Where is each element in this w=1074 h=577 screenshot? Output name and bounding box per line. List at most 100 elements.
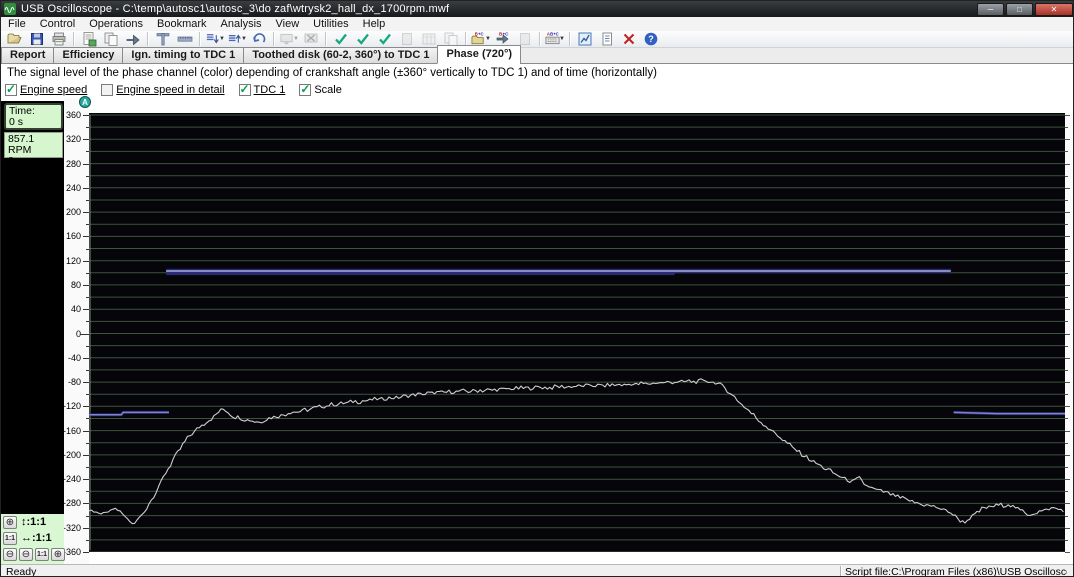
toolbar-button-close-window xyxy=(300,30,322,48)
save-icon xyxy=(31,33,43,45)
reset-horizontal-button[interactable]: 1:1 xyxy=(35,547,49,561)
svg-text:?: ? xyxy=(648,34,654,44)
dropdown-arrow-icon[interactable]: ▼ xyxy=(241,36,247,42)
toolbar-button-display-windows: ▼ xyxy=(278,30,300,48)
toolbar-button-undo[interactable] xyxy=(248,30,270,48)
tab-ign-timing-to-tdc-1[interactable]: Ign. timing to TDC 1 xyxy=(122,47,245,64)
right-axis-strip xyxy=(1065,113,1073,553)
menu-item-help[interactable]: Help xyxy=(356,17,393,31)
checkbox-label[interactable]: Engine speed xyxy=(20,84,87,96)
copy-pages-icon xyxy=(104,32,118,46)
checked-checkbox-icon[interactable] xyxy=(238,82,251,96)
y-axis-label: 160 xyxy=(65,231,81,242)
description-row: The signal level of the phase channel (c… xyxy=(1,64,1073,82)
toolbar-button-report-view[interactable] xyxy=(596,30,618,48)
title-bar[interactable]: USB Oscilloscope - C:\temp\autosc1\autos… xyxy=(1,1,1073,17)
checkbox-scale[interactable]: Scale xyxy=(299,82,342,96)
right-axis-tick xyxy=(1065,115,1070,116)
svg-text:+C: +C xyxy=(503,32,510,37)
y-axis: 360 320 280 240 200 160 120 80 40 0 -40 -80 -120 -160… xyxy=(63,98,89,564)
menu-item-analysis[interactable]: Analysis xyxy=(214,17,269,31)
close-button[interactable]: ✕ xyxy=(1035,2,1073,16)
zoom-panel-row: ⊕ ↕:1:1 xyxy=(1,514,64,530)
tab-toothed-disk-60-2-360-to-tdc-1[interactable]: Toothed disk (60-2, 360°) to TDC 1 xyxy=(243,47,439,64)
menu-item-view[interactable]: View xyxy=(269,17,307,31)
toolbar-button-save-list[interactable]: ▼ xyxy=(226,30,248,48)
right-axis-tick xyxy=(1065,248,1068,250)
toolbar-button-measure-tsquare[interactable] xyxy=(152,30,174,48)
zoom-out-horizontal-button[interactable]: ⊖ xyxy=(19,547,33,561)
minimize-button[interactable]: ─ xyxy=(977,2,1004,16)
toolbar-button-panel-toggle xyxy=(396,30,418,48)
right-axis-tick xyxy=(1065,284,1070,286)
right-axis-tick xyxy=(1065,454,1070,456)
waveform-plot[interactable] xyxy=(88,113,1065,553)
toolbar-button-send[interactable] xyxy=(122,30,144,48)
resize-grip[interactable] xyxy=(1067,566,1073,576)
rpm-sub-value: 0 xyxy=(8,155,14,167)
toolbar-separator xyxy=(147,32,149,46)
right-axis-tick xyxy=(1065,442,1068,444)
toolbar-button-open[interactable] xyxy=(4,30,26,48)
zoom-in-horizontal-button[interactable]: ⊕ xyxy=(51,547,65,561)
toolbar-button-measure-ruler[interactable] xyxy=(174,30,196,48)
app-icon xyxy=(4,3,16,15)
checked-checkbox-icon[interactable] xyxy=(299,82,312,96)
dropdown-arrow-icon[interactable]: ▼ xyxy=(485,36,491,42)
check-icon xyxy=(357,33,369,45)
dropdown-arrow-icon[interactable]: ▼ xyxy=(293,36,299,42)
toolbar-button-verify-2[interactable] xyxy=(352,30,374,48)
toolbar-button-delete[interactable] xyxy=(618,30,640,48)
right-axis-tick xyxy=(1065,394,1068,396)
toolbar-button-copy-pages[interactable] xyxy=(100,30,122,48)
toolbar-button-load-list[interactable]: ▼ xyxy=(204,30,226,48)
maximize-button[interactable]: □ xyxy=(1006,2,1033,16)
checkbox-label[interactable]: Scale xyxy=(314,84,342,96)
toolbar-button-export-report[interactable] xyxy=(78,30,100,48)
plot-area[interactable] xyxy=(88,113,1065,553)
toolbar-button-verify-1[interactable] xyxy=(330,30,352,48)
zoom-out-vertical-button[interactable]: ⊖ xyxy=(3,547,17,561)
menu-item-utilities[interactable]: Utilities xyxy=(306,17,355,31)
checkbox-label[interactable]: TDC 1 xyxy=(254,84,286,96)
menu-item-file[interactable]: File xyxy=(1,17,33,31)
doc-icon xyxy=(602,32,612,46)
tab-phase-720[interactable]: Phase (720°) xyxy=(437,45,522,64)
toolbar-button-chart-view[interactable] xyxy=(574,30,596,48)
toolbar-button-keyboard-shortcuts[interactable]: A B+C ▼ xyxy=(544,30,566,48)
reset-scale-button[interactable]: 1:1 xyxy=(3,531,17,545)
tab-efficiency[interactable]: Efficiency xyxy=(53,47,124,64)
menu-item-operations[interactable]: Operations xyxy=(82,17,150,31)
cursor-marker-a[interactable]: A xyxy=(79,96,91,108)
toolbar-separator xyxy=(273,32,275,46)
svg-text:B+C: B+C xyxy=(550,32,559,37)
checkbox-tdc-1[interactable]: TDC 1 xyxy=(238,82,286,96)
t-square-icon xyxy=(156,33,170,46)
right-axis-tick xyxy=(1065,321,1068,323)
menu-item-control[interactable]: Control xyxy=(33,17,82,31)
right-axis-tick xyxy=(1065,552,1070,553)
dropdown-arrow-icon[interactable]: ▼ xyxy=(559,36,565,42)
delete-x-icon xyxy=(623,33,635,45)
keyboard-icon: A B+C xyxy=(545,32,560,45)
print-icon xyxy=(52,32,66,46)
y-axis-tick xyxy=(83,552,89,553)
unchecked-checkbox-icon[interactable] xyxy=(101,84,114,96)
y-axis-label: 120 xyxy=(65,255,81,266)
toolbar-button-save[interactable] xyxy=(26,30,48,48)
checkbox-engine-speed-in-detail[interactable]: Engine speed in detail xyxy=(101,84,225,96)
dropdown-arrow-icon[interactable]: ▼ xyxy=(219,36,225,42)
tab-report[interactable]: Report xyxy=(1,47,55,64)
menu-item-bookmark[interactable]: Bookmark xyxy=(150,17,214,31)
ruler-icon xyxy=(177,36,193,42)
toolbar-button-print[interactable] xyxy=(48,30,70,48)
right-axis-tick xyxy=(1065,430,1070,432)
zoom-in-vertical-button[interactable]: ⊕ xyxy=(3,515,17,529)
right-axis-tick xyxy=(1065,357,1070,359)
toolbar-button-verify-3[interactable] xyxy=(374,30,396,48)
toolbar-button-help[interactable]: ? xyxy=(640,30,662,48)
checked-checkbox-icon[interactable] xyxy=(5,82,17,96)
right-axis-tick xyxy=(1065,491,1068,493)
checkbox-engine-speed[interactable]: Engine speed xyxy=(5,82,87,96)
checkbox-label[interactable]: Engine speed in detail xyxy=(116,84,224,96)
